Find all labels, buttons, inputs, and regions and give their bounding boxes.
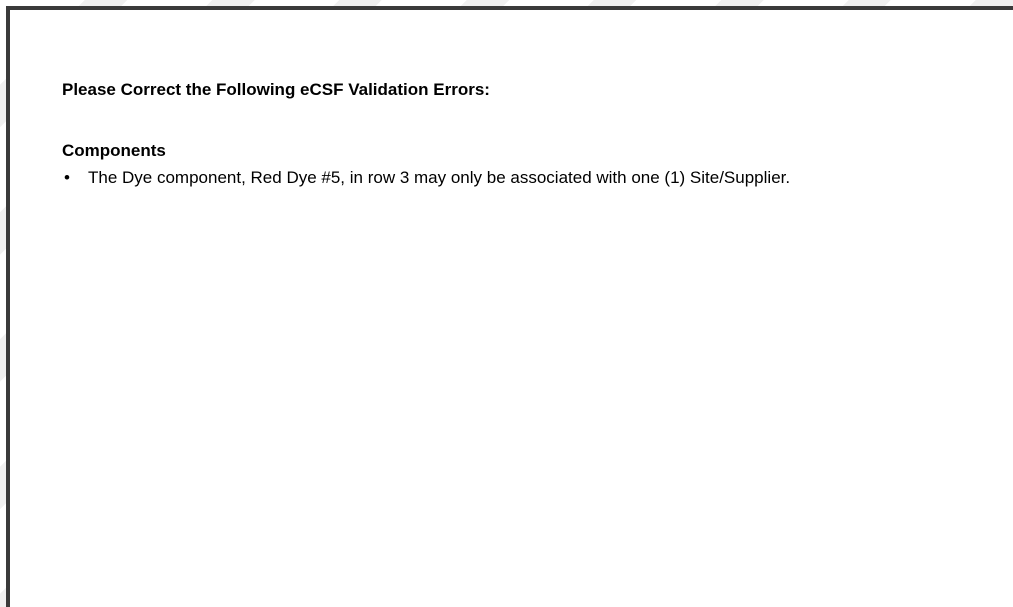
- components-error-list: • The Dye component, Red Dye #5, in row …: [62, 168, 790, 188]
- bullet-icon: •: [64, 168, 70, 187]
- error-message: The Dye component, Red Dye #5, in row 3 …: [88, 168, 791, 187]
- validation-errors-heading: Please Correct the Following eCSF Valida…: [62, 80, 490, 99]
- error-list-item: • The Dye component, Red Dye #5, in row …: [62, 168, 790, 188]
- components-section-title: Components: [62, 141, 166, 160]
